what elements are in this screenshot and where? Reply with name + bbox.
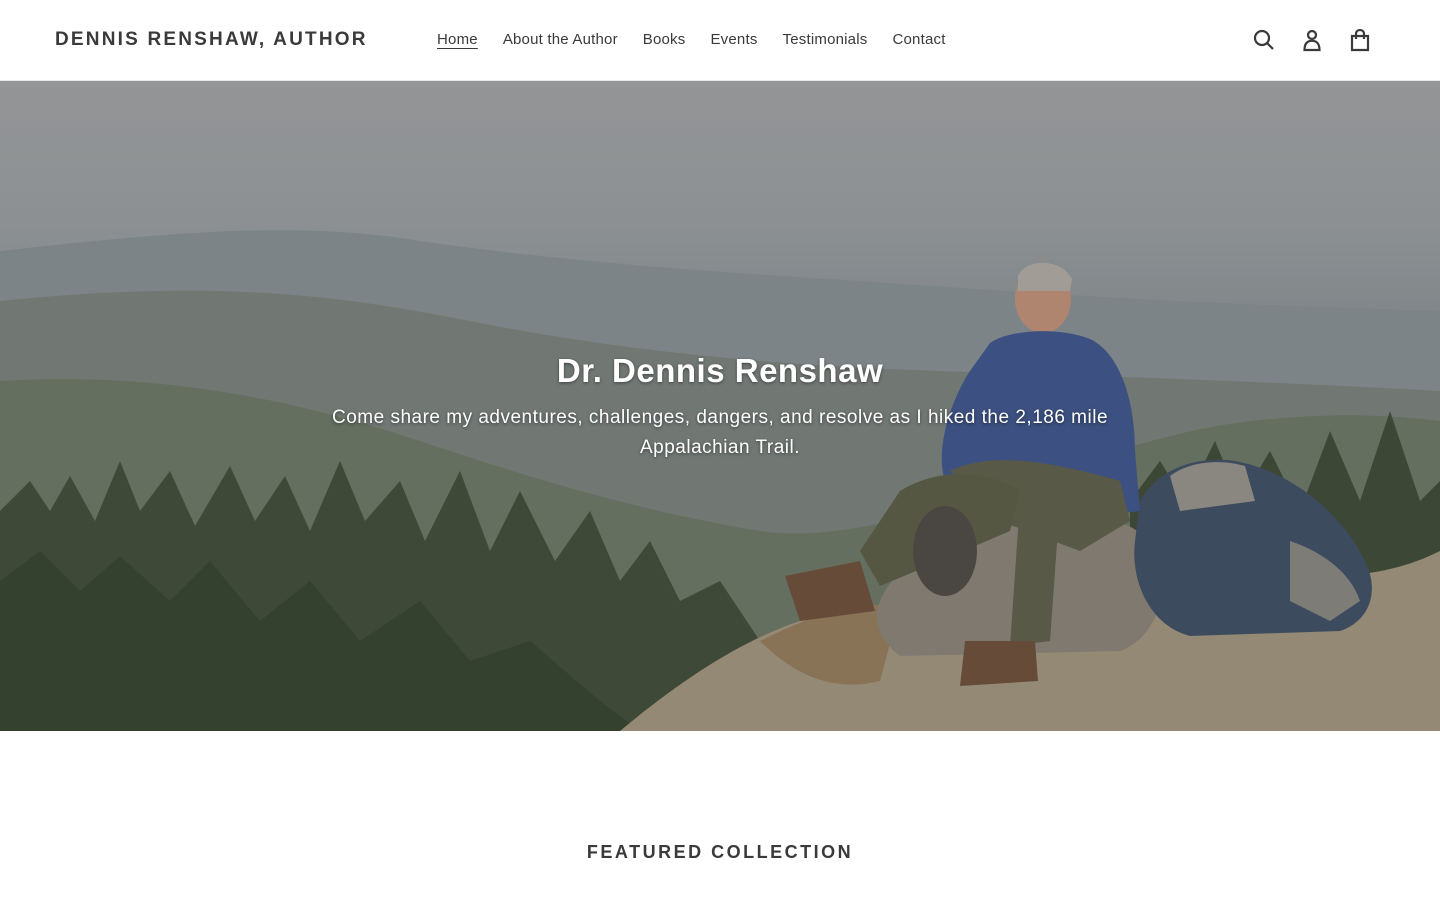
nav-item-contact[interactable]: Contact	[892, 30, 945, 50]
hero-title: Dr. Dennis Renshaw	[556, 352, 884, 389]
search-icon	[1253, 29, 1274, 50]
nav-item-home[interactable]: Home	[437, 30, 478, 50]
site-header: DENNIS RENSHAW, AUTHOR Home About the Au…	[0, 0, 1440, 81]
header-icons	[1252, 26, 1372, 54]
nav-item-books[interactable]: Books	[643, 30, 686, 50]
hero-text: Dr. Dennis Renshaw Come share my adventu…	[0, 351, 1440, 463]
account-icon	[1303, 29, 1321, 52]
cart-icon	[1350, 28, 1370, 52]
search-button[interactable]	[1252, 26, 1276, 54]
account-button[interactable]	[1300, 26, 1324, 54]
nav-item-about[interactable]: About the Author	[503, 30, 618, 50]
nav-item-testimonials[interactable]: Testimonials	[783, 30, 868, 50]
hero-banner: Dr. Dennis Renshaw Come share my adventu…	[0, 81, 1440, 731]
cart-button[interactable]	[1348, 26, 1372, 54]
site-logo[interactable]: DENNIS RENSHAW, AUTHOR	[55, 29, 368, 51]
featured-collection-heading: FEATURED COLLECTION	[586, 842, 854, 862]
nav-item-events[interactable]: Events	[710, 30, 757, 50]
hero-subtitle: Come share my adventures, challenges, da…	[331, 407, 1109, 458]
main-nav: Home About the Author Books Events Testi…	[437, 30, 971, 50]
